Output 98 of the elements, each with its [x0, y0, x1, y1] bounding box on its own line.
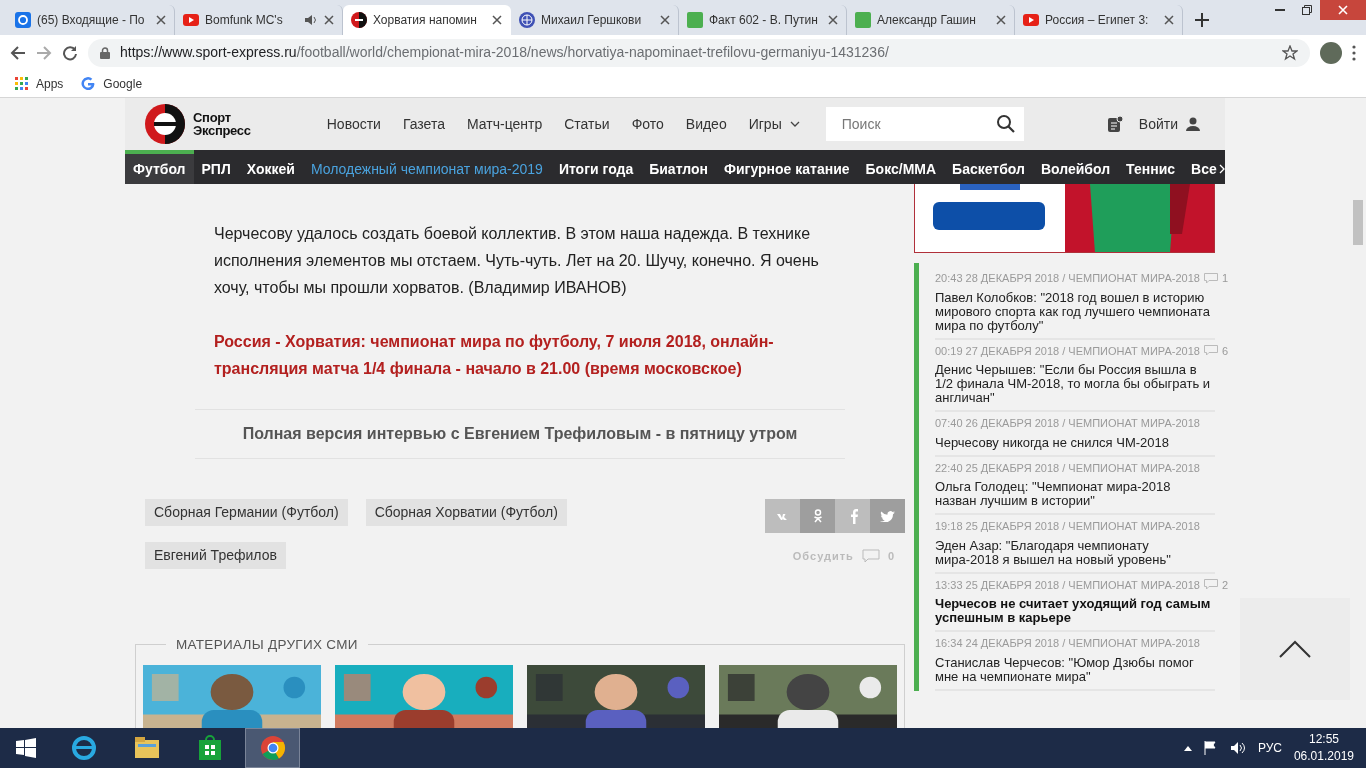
- google-icon: [81, 76, 96, 91]
- nav-link[interactable]: Статьи: [564, 113, 610, 135]
- person-icon: [812, 509, 823, 523]
- search-icon[interactable]: [996, 115, 1015, 133]
- news-link[interactable]: Ольга Голодец: "Чемпионат мира-2018 назван лучшим в истории": [935, 480, 1215, 508]
- close-icon[interactable]: [492, 15, 502, 25]
- comment-icon: [1203, 272, 1218, 284]
- ie-icon: [69, 734, 98, 762]
- close-icon[interactable]: [996, 15, 1006, 25]
- restore-icon: [1301, 5, 1312, 15]
- star-icon[interactable]: [1282, 44, 1298, 61]
- lock-icon: [100, 46, 110, 59]
- language-indicator[interactable]: РУС: [1257, 739, 1282, 757]
- reload-icon[interactable]: [62, 44, 78, 61]
- article-link[interactable]: Россия - Хорватия: чемпионат мира по футболу, 7 июля 2018, онлайн-трансляция матча 1/4 финала - начало в 21.00 (время московское): [214, 328, 845, 382]
- news-link[interactable]: Черчесов не считает уходящий год самым успешным в карьере: [935, 597, 1215, 625]
- comment-count: 6: [1221, 343, 1229, 359]
- caret-up-icon[interactable]: [1183, 745, 1192, 751]
- sheet-icon: [855, 12, 871, 28]
- windows-icon: [16, 738, 36, 758]
- new-tab-icon[interactable]: [1195, 13, 1209, 27]
- speaker-icon: [304, 14, 318, 26]
- address-field[interactable]: https://www.sport-express.ru/football/world/chempionat-mira-2018/news/horvatiya-napominaet-trefilovu-germaniyu-1431236/: [88, 38, 1310, 67]
- sport-tab[interactable]: Молодежный чемпионат мира-2019: [302, 150, 551, 184]
- clock-time[interactable]: 12:55: [1293, 731, 1354, 748]
- news-link[interactable]: Черчесову никогда не снился ЧМ-2018: [935, 435, 1215, 450]
- avatar-icon[interactable]: [1320, 41, 1342, 64]
- news-link[interactable]: Павел Колобков: "2018 год вошел в историю мирового спорта как год лучшего чемпионата мира по футболу": [935, 290, 1215, 333]
- news-meta: 16:34 24 ДЕКАБРЯ 2018 / ЧЕМПИОНАТ МИРА-2018: [935, 636, 1200, 651]
- apps-icon: [15, 77, 28, 90]
- sport-tab[interactable]: Биатлон: [641, 150, 717, 184]
- teaser-text: Полная версия интервью с Евгением Трефиловым - в пятницу утром: [241, 424, 799, 444]
- news-link[interactable]: Денис Черышев: "Если бы Россия вышла в 1/2 финала ЧМ-2018, то могла бы обыграть и англичан": [935, 363, 1215, 405]
- play-icon: [183, 14, 199, 26]
- close-icon[interactable]: [156, 15, 166, 25]
- globe-icon: [519, 12, 535, 28]
- sport-tab[interactable]: Итоги года: [550, 150, 642, 184]
- sport-tab[interactable]: Теннис: [1118, 150, 1184, 184]
- tag-link[interactable]: Евгений Трефилов: [145, 542, 286, 569]
- site-logo[interactable]: Спорт Экспресс: [145, 104, 251, 144]
- close-icon[interactable]: [660, 15, 670, 25]
- user-icon: [1186, 117, 1200, 131]
- news-link[interactable]: Станислав Черчесов: "Юмор Дзюбы помог мне на чемпионате мира": [935, 655, 1215, 684]
- bookmark[interactable]: Google: [81, 74, 143, 93]
- article-paragraph: Черчесову удалось создать боевой коллектив. В этом наша надежда. В технике исполнения элементов мы отстаем. Чуть-чуть. Лет на 20. Шучу, конечно. Я очень хочу, чтобы мы прошли хорватов. (Владимир ИВАНОВ): [214, 224, 820, 298]
- tag-link[interactable]: Сборная Германии (Футбол): [145, 499, 348, 526]
- close-icon[interactable]: [828, 15, 838, 25]
- chevron-up-icon: [1279, 640, 1311, 658]
- caret-icon: [789, 121, 800, 127]
- menu-icon[interactable]: [1352, 44, 1356, 61]
- sport-tab[interactable]: РПЛ: [193, 150, 239, 184]
- comment-icon: [861, 549, 880, 564]
- mail-icon: [15, 12, 31, 28]
- back-icon[interactable]: [10, 44, 26, 61]
- document-icon[interactable]: [1106, 116, 1123, 132]
- login-link[interactable]: Войти: [1138, 113, 1200, 135]
- nav-link[interactable]: Игры: [748, 113, 800, 135]
- nav-link[interactable]: Матч-центр: [467, 113, 543, 135]
- nav-link[interactable]: Новости: [326, 113, 381, 135]
- browser-tab[interactable]: Хорватия напомин: [343, 5, 511, 35]
- sport-tab[interactable]: Баскетбол: [944, 150, 1033, 184]
- flag-icon[interactable]: [1203, 741, 1218, 755]
- comment-icon: [1203, 345, 1218, 357]
- close-icon[interactable]: [1164, 15, 1174, 25]
- bookmark[interactable]: Apps: [15, 74, 64, 93]
- nav-link[interactable]: Газета: [402, 113, 445, 135]
- news-meta: 13:33 25 ДЕКАБРЯ 2018 / ЧЕМПИОНАТ МИРА-2018: [935, 577, 1200, 593]
- nav-link[interactable]: Видео: [685, 113, 727, 135]
- sheet-icon: [687, 12, 703, 28]
- bird-icon: [880, 510, 895, 522]
- news-link[interactable]: Эден Азар: "Благодаря чемпионату мира-2018 я вышел на новый уровень": [935, 538, 1215, 567]
- play-icon: [1023, 14, 1039, 26]
- tag-link[interactable]: Сборная Хорватии (Футбол): [365, 499, 567, 526]
- news-meta: 22:40 25 ДЕКАБРЯ 2018 / ЧЕМПИОНАТ МИРА-2018: [935, 460, 1200, 476]
- minimize-icon: [1274, 8, 1285, 12]
- comment-icon: [1203, 579, 1218, 591]
- sport-tab[interactable]: Хоккей: [238, 150, 303, 184]
- news-meta: 20:43 28 ДЕКАБРЯ 2018 / ЧЕМПИОНАТ МИРА-2018: [935, 271, 1200, 286]
- news-meta: 00:19 27 ДЕКАБРЯ 2018 / ЧЕМПИОНАТ МИРА-2018: [935, 343, 1200, 359]
- speaker-icon[interactable]: [1229, 741, 1246, 755]
- sport-tab[interactable]: Волейбол: [1032, 150, 1119, 184]
- logo-icon: [351, 12, 367, 28]
- chevron-icon: [1218, 164, 1225, 174]
- chrome-icon: [258, 734, 287, 762]
- sport-tab[interactable]: Бокс/ММА: [857, 150, 945, 184]
- close-icon: [1338, 5, 1348, 15]
- sport-tab[interactable]: Футбол: [125, 150, 194, 184]
- comment-count: 1: [1221, 271, 1229, 286]
- clock-date[interactable]: 06.01.2019: [1293, 748, 1354, 765]
- comment-count: 2: [1221, 577, 1229, 593]
- logo-icon: [145, 104, 185, 144]
- news-meta: 07:40 26 ДЕКАБРЯ 2018 / ЧЕМПИОНАТ МИРА-2018: [935, 416, 1200, 431]
- sport-tab[interactable]: Фигурное катание: [716, 150, 858, 184]
- news-meta: 19:18 25 ДЕКАБРЯ 2018 / ЧЕМПИОНАТ МИРА-2018: [935, 519, 1200, 534]
- sport-tab[interactable]: Все: [1183, 150, 1233, 184]
- share-button[interactable]: [870, 499, 905, 533]
- nav-link[interactable]: Фото: [631, 113, 664, 135]
- close-icon[interactable]: [324, 15, 334, 25]
